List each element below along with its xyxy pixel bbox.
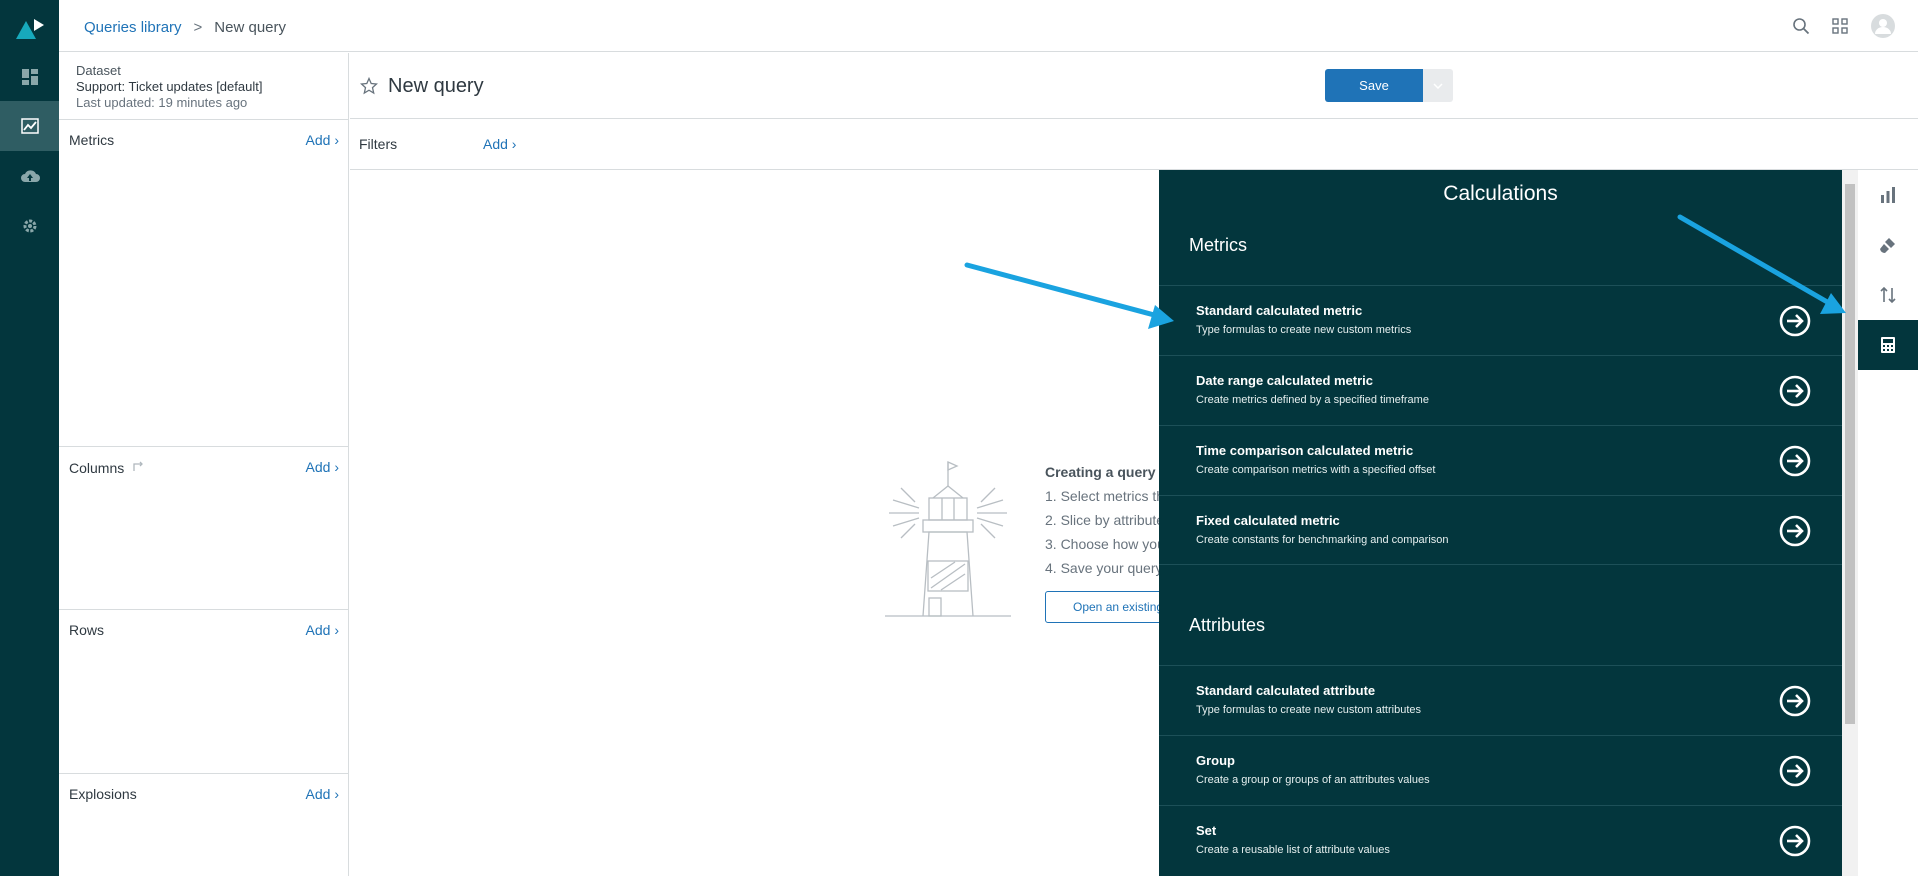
calc-metrics-title: Metrics <box>1189 235 1247 255</box>
empty-step: 4. Save your query <box>1045 560 1163 576</box>
calc-item-desc: Create constants for benchmarking and co… <box>1196 534 1449 546</box>
calculations-scrollbar[interactable] <box>1842 170 1858 876</box>
time-comparison-calculated-metric-item[interactable]: Time comparison calculated metric Create… <box>1159 425 1842 495</box>
metrics-title: Metrics <box>69 132 115 148</box>
annotation-arrow-to-standard-metric <box>964 262 1174 329</box>
breadcrumb-current: New query <box>214 19 286 36</box>
arrow-right-circle-icon[interactable] <box>1779 755 1811 792</box>
star-icon[interactable] <box>359 76 379 100</box>
date-range-calculated-metric-item[interactable]: Date range calculated metric Create metr… <box>1159 355 1842 425</box>
filters-label: Filters <box>359 136 398 152</box>
standard-calculated-attribute-item[interactable]: Standard calculated attribute Type formu… <box>1159 665 1842 735</box>
search-icon[interactable] <box>1792 17 1810 40</box>
arrow-right-circle-icon[interactable] <box>1779 515 1811 552</box>
calculator-icon[interactable] <box>1858 320 1918 370</box>
metrics-section: Metrics Add › <box>59 120 349 447</box>
rows-title: Rows <box>69 622 105 638</box>
calc-item-desc: Create metrics defined by a specified ti… <box>1196 394 1429 406</box>
open-existing-query-button[interactable]: Open an existing <box>1045 591 1175 623</box>
arrow-right-circle-icon[interactable] <box>1779 445 1811 482</box>
nav-cloud-upload-icon[interactable] <box>0 151 59 201</box>
calc-item-name: Set <box>1196 823 1217 838</box>
fixed-calculated-metric-item[interactable]: Fixed calculated metric Create constants… <box>1159 495 1842 565</box>
explosions-title: Explosions <box>69 786 137 802</box>
dataset-updated: Last updated: 19 minutes ago <box>76 95 248 110</box>
arrow-right-circle-icon[interactable] <box>1779 375 1811 412</box>
calc-item-name: Time comparison calculated metric <box>1196 443 1414 458</box>
sort-icon[interactable] <box>1858 270 1918 320</box>
calc-item-desc: Create a group or groups of an attribute… <box>1196 774 1430 786</box>
calc-item-name: Standard calculated attribute <box>1196 683 1376 698</box>
nav-dashboard-icon[interactable] <box>0 52 59 102</box>
save-options-chevron-down-icon[interactable] <box>1423 69 1453 102</box>
calc-item-desc: Create comparison metrics with a specifi… <box>1196 464 1436 476</box>
arrow-right-circle-icon[interactable] <box>1779 825 1811 862</box>
right-rail <box>1858 170 1918 876</box>
explore-logo-icon[interactable] <box>14 13 46 41</box>
top-header: Queries library > New query <box>59 0 1918 52</box>
empty-step: 3. Choose how you <box>1045 536 1165 552</box>
query-title[interactable]: New query <box>388 75 484 98</box>
dataset-info[interactable]: Dataset Support: Ticket updates [default… <box>76 63 262 111</box>
rows-section: Rows Add › <box>59 610 349 774</box>
empty-step: 1. Select metrics th <box>1045 488 1165 504</box>
add-columns-button[interactable]: Add › <box>306 459 339 475</box>
query-header: New query Save <box>350 53 1918 119</box>
calculations-panel: Calculations Metrics Standard calculated… <box>1159 170 1842 876</box>
save-button[interactable]: Save <box>1325 69 1423 102</box>
calc-attributes-title: Attributes <box>1189 615 1266 635</box>
breadcrumb-queries-library-link[interactable]: Queries library <box>84 19 182 36</box>
filters-bar: Filters Add › <box>350 120 1918 170</box>
columns-title: Columns <box>69 459 125 476</box>
set-item[interactable]: Set Create a reusable list of attribute … <box>1159 805 1842 875</box>
apps-grid-icon[interactable] <box>1832 18 1848 39</box>
calculations-title: Calculations <box>1443 182 1558 205</box>
add-metrics-button[interactable]: Add › <box>306 132 339 148</box>
breadcrumb: Queries library > New query <box>84 19 286 36</box>
left-nav <box>0 0 59 876</box>
standard-calculated-metric-item[interactable]: Standard calculated metric Type formulas… <box>1159 285 1842 355</box>
dataset-name: Support: Ticket updates [default] <box>76 79 263 94</box>
pivot-icon[interactable] <box>132 459 146 476</box>
calc-item-name: Standard calculated metric <box>1196 303 1363 318</box>
add-filters-button[interactable]: Add › <box>483 136 516 152</box>
empty-step: 2. Slice by attribute <box>1045 512 1165 528</box>
empty-state-instructions: Creating a query 1. Select metrics th 2.… <box>1045 460 1165 580</box>
brush-icon[interactable] <box>1858 220 1918 270</box>
breadcrumb-separator: > <box>193 19 203 36</box>
lighthouse-illustration-icon <box>885 458 1011 623</box>
group-item[interactable]: Group Create a group or groups of an att… <box>1159 735 1842 805</box>
arrow-right-circle-icon[interactable] <box>1779 685 1811 722</box>
columns-section: Columns Add › <box>59 447 349 610</box>
query-sidebar: Dataset Support: Ticket updates [default… <box>59 53 349 876</box>
calc-item-name: Fixed calculated metric <box>1196 513 1340 528</box>
calc-item-desc: Type formulas to create new custom attri… <box>1196 704 1421 716</box>
dataset-label: Dataset <box>76 63 121 78</box>
add-rows-button[interactable]: Add › <box>306 622 339 638</box>
calc-item-name: Date range calculated metric <box>1196 373 1374 388</box>
chart-icon[interactable] <box>1858 170 1918 220</box>
empty-state-heading: Creating a query <box>1045 464 1156 480</box>
user-avatar-icon[interactable] <box>1870 13 1896 44</box>
calc-item-desc: Create a reusable list of attribute valu… <box>1196 844 1390 856</box>
arrow-right-circle-icon[interactable] <box>1779 305 1811 342</box>
calc-item-desc: Type formulas to create new custom metri… <box>1196 324 1412 336</box>
explosions-section: Explosions Add › <box>59 774 349 876</box>
add-explosions-button[interactable]: Add › <box>306 786 339 802</box>
scrollbar-thumb[interactable] <box>1845 184 1855 724</box>
nav-gear-icon[interactable] <box>0 201 59 251</box>
calc-item-name: Group <box>1196 753 1235 768</box>
nav-reporting-icon[interactable] <box>0 101 59 151</box>
